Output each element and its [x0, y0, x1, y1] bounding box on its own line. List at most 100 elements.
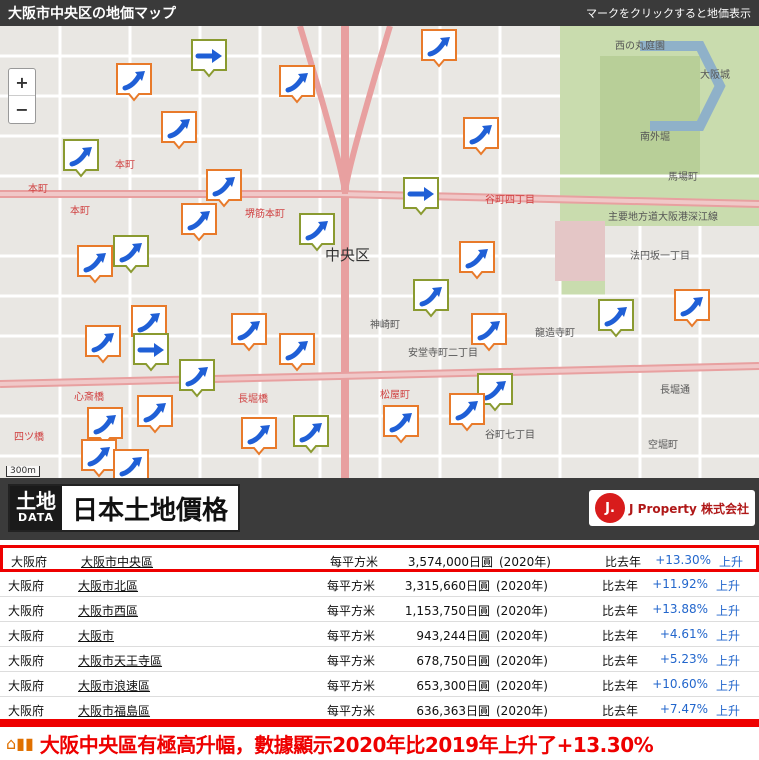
price-up-marker[interactable] — [84, 324, 124, 364]
price-up-marker[interactable] — [412, 278, 452, 318]
arrow-up-right-icon — [231, 313, 267, 352]
city-link[interactable]: 大阪市北區 — [78, 577, 138, 594]
compare-label: 比去年 — [602, 604, 639, 618]
arrow-right-icon — [403, 177, 439, 216]
price-up-marker[interactable] — [76, 244, 116, 284]
unit-cell: 每平方米 — [327, 654, 376, 668]
arrow-up-right-icon — [463, 117, 499, 156]
unit-cell: 每平方米 — [327, 679, 376, 693]
price-up-marker[interactable] — [112, 234, 152, 274]
price-flat-marker[interactable] — [132, 332, 172, 372]
prefecture-cell: 大阪府 — [8, 604, 45, 618]
arrow-up-right-icon — [299, 213, 335, 252]
year-cell: (2020年) — [496, 629, 548, 643]
compare-label: 比去年 — [602, 679, 639, 693]
price-up-marker[interactable] — [382, 404, 422, 444]
city-link[interactable]: 大阪市福島區 — [78, 702, 150, 719]
arrow-up-right-icon — [293, 415, 329, 454]
price-up-marker[interactable] — [278, 64, 318, 104]
price-up-marker[interactable] — [160, 110, 200, 150]
price-up-marker[interactable] — [298, 212, 338, 252]
city-link[interactable]: 大阪市 — [78, 627, 114, 644]
company-mark-icon: J. — [595, 493, 626, 523]
arrow-up-right-icon — [413, 279, 449, 318]
prefecture-cell: 大阪府 — [8, 704, 45, 718]
company-logo: J. J Property 株式会社 — [589, 490, 755, 526]
price-up-marker[interactable] — [112, 448, 152, 478]
price-up-marker[interactable] — [136, 394, 176, 434]
arrow-up-right-icon — [181, 203, 217, 242]
zoom-out-button[interactable]: − — [9, 96, 35, 123]
unit-cell: 每平方米 — [327, 704, 376, 718]
footer-caption: ⌂▮▮ 大阪中央區有極高升幅，數據顯示2020年比2019年上升了+13.30% — [0, 727, 759, 760]
table-row: 大阪府 大阪市中央區 每平方米 3,574,000日圓 (2020年) 比去年 +13.30… — [0, 545, 759, 572]
label-baba: 馬場町 — [668, 172, 698, 183]
label-nishinomaru: 西の丸庭園 — [615, 41, 665, 52]
arrow-right-icon — [133, 333, 169, 372]
arrow-up-right-icon — [421, 29, 457, 68]
map-scale: 300m — [6, 466, 40, 477]
compare-label: 比去年 — [605, 555, 642, 569]
price-up-marker[interactable] — [178, 358, 218, 398]
label-honmachi-station-2: 本町 — [28, 184, 48, 195]
logo-bottom-text: DATA — [18, 511, 54, 524]
year-cell: (2020年) — [496, 679, 548, 693]
arrow-up-right-icon — [116, 63, 152, 102]
price-up-marker[interactable] — [230, 312, 270, 352]
price-cell: 3,315,660日圓 — [404, 579, 490, 593]
price-up-marker[interactable] — [673, 288, 713, 328]
logo-title: 日本土地價格 — [72, 495, 229, 526]
price-up-marker[interactable] — [240, 416, 280, 456]
tochi-data-logo: 土地 DATA 日本土地價格 — [8, 484, 241, 532]
unit-cell: 每平方米 — [330, 555, 379, 569]
trend-label: 上升 — [716, 704, 741, 718]
city-link[interactable]: 大阪市浪速區 — [78, 677, 150, 694]
label-sakaisuji-honmachi: 堺筋本町 — [245, 209, 285, 220]
label-matsuyamachi: 松屋町 — [380, 390, 410, 401]
price-up-marker[interactable] — [448, 392, 488, 432]
land-price-map[interactable]: + − 中央区 本町 本町 本町 堺筋本町 谷町四丁目 心斎橋 長堀橋 松屋町 … — [0, 26, 759, 478]
price-cell: 636,363日圓 — [416, 704, 490, 718]
price-up-marker[interactable] — [278, 332, 318, 372]
arrow-up-right-icon — [113, 449, 149, 478]
label-ryuzoji: 龍造寺町 — [535, 328, 575, 339]
city-link[interactable]: 大阪市西區 — [78, 602, 138, 619]
zoom-in-button[interactable]: + — [9, 69, 35, 96]
price-flat-marker[interactable] — [190, 38, 230, 78]
price-up-marker[interactable] — [462, 116, 502, 156]
trend-label: 上升 — [716, 679, 741, 693]
prefecture-cell: 大阪府 — [8, 579, 45, 593]
table-row: 大阪府 大阪市西區 每平方米 1,153,750日圓 (2020年) 比去年 +13.88%… — [0, 597, 759, 622]
unit-cell: 每平方米 — [327, 579, 376, 593]
price-up-marker[interactable] — [420, 28, 460, 68]
price-flat-marker[interactable] — [402, 176, 442, 216]
prefecture-cell: 大阪府 — [11, 555, 48, 569]
price-up-marker[interactable] — [115, 62, 155, 102]
compare-label: 比去年 — [602, 654, 639, 668]
arrow-up-right-icon — [459, 241, 495, 280]
price-up-marker[interactable] — [470, 312, 510, 352]
label-shinsaibashi: 心斎橋 — [74, 392, 104, 403]
city-link[interactable]: 大阪市天王寺區 — [78, 652, 162, 669]
company-name: J Property 株式会社 — [629, 501, 749, 516]
price-up-marker[interactable] — [62, 138, 102, 178]
price-up-marker[interactable] — [458, 240, 498, 280]
price-cell: 943,244日圓 — [416, 629, 490, 643]
compare-label: 比去年 — [602, 704, 639, 718]
year-cell: (2020年) — [496, 579, 548, 593]
arrow-up-right-icon — [598, 299, 634, 338]
arrow-up-right-icon — [161, 111, 197, 150]
trend-label: 上升 — [716, 604, 741, 618]
logo-top-text: 土地 — [16, 489, 56, 513]
year-cell: (2020年) — [499, 555, 551, 569]
price-up-marker[interactable] — [292, 414, 332, 454]
year-cell: (2020年) — [496, 654, 548, 668]
city-link[interactable]: 大阪市中央區 — [81, 553, 153, 570]
price-up-marker[interactable] — [597, 298, 637, 338]
label-nagahoribashi: 長堀橋 — [238, 394, 268, 405]
year-cell: (2020年) — [496, 604, 548, 618]
label-hanshin-road: 主要地方道大阪港深江線 — [608, 212, 718, 223]
price-up-marker[interactable] — [180, 202, 220, 242]
arrow-up-right-icon — [63, 139, 99, 178]
arrow-up-right-icon — [113, 235, 149, 274]
